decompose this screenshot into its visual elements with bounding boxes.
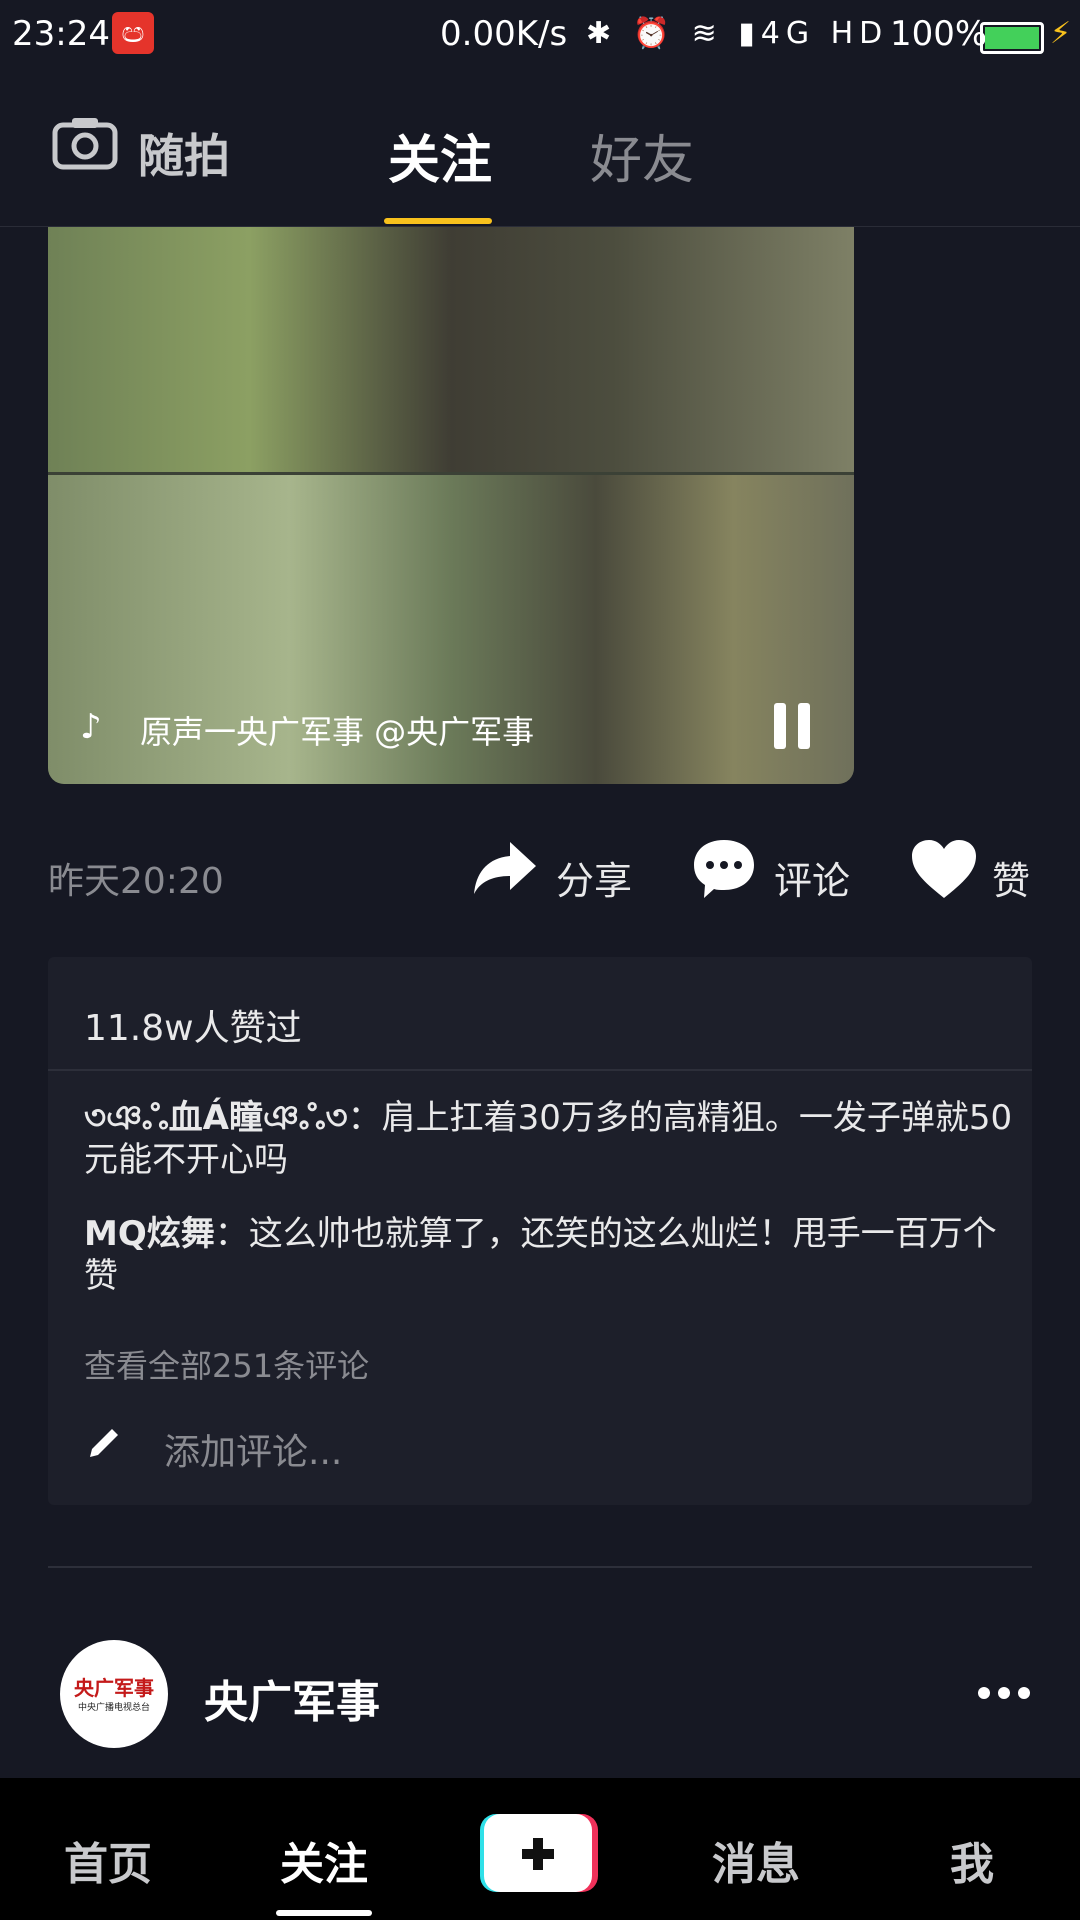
comment-item[interactable]: MQ炫舞：这么帅也就算了，还笑的这么灿烂！甩手一百万个赞 — [84, 1213, 1014, 1297]
camera-icon[interactable] — [52, 115, 118, 171]
bottom-nav: 首页 关注 消息 我 — [0, 1778, 1080, 1920]
share-icon[interactable] — [470, 838, 540, 896]
heart-icon[interactable] — [910, 838, 978, 900]
battery-icon — [980, 22, 1044, 54]
nav-messages[interactable]: 消息 — [712, 1828, 800, 1892]
charging-icon: ⚡ — [1050, 16, 1072, 51]
nav-active-indicator — [276, 1910, 372, 1916]
divider — [48, 1069, 1032, 1071]
tab-follow[interactable]: 关注 — [388, 118, 492, 193]
author-name[interactable]: 央广军事 — [204, 1666, 380, 1730]
netease-music-icon: ඏ — [112, 12, 154, 54]
music-note-icon: ♪ — [80, 707, 102, 747]
nav-home[interactable]: 首页 — [64, 1828, 152, 1892]
nav-follow[interactable]: 关注 — [280, 1828, 368, 1892]
status-time: 23:24 — [12, 14, 110, 54]
comment-panel: 11.8w人赞过 ৩ঞஃ血Á瞳ঞஃ৩：肩上扛着30万多的高精狙。一发子弹就50元… — [48, 957, 1032, 1505]
like-button[interactable]: 赞 — [992, 850, 1030, 905]
avatar-logo-text: 央广军事 — [74, 1676, 154, 1700]
create-post-button[interactable] — [478, 1812, 600, 1894]
active-tab-indicator — [384, 218, 492, 224]
comment-username[interactable]: MQ炫舞 — [84, 1214, 215, 1254]
quick-shot-label[interactable]: 随拍 — [138, 120, 230, 186]
avatar[interactable]: 央广军事 中央广播电视总台 — [60, 1640, 168, 1748]
pencil-icon — [90, 1429, 118, 1457]
status-icons: ✱ ⏰ ≋ ▮4G HD — [586, 16, 889, 51]
network-speed: 0.00K/s — [440, 14, 568, 54]
comment-button[interactable]: 评论 — [774, 850, 850, 905]
video-frame-top — [48, 227, 854, 472]
comment-icon[interactable] — [690, 836, 758, 900]
more-options-icon[interactable] — [976, 1682, 1032, 1704]
status-bar: 23:24 ඏ 0.00K/s ✱ ⏰ ≋ ▮4G HD 100% ⚡ — [0, 0, 1080, 76]
comment-username[interactable]: ৩ঞஃ血Á瞳ঞஃ৩ — [84, 1098, 348, 1138]
view-all-comments-link[interactable]: 查看全部251条评论 — [84, 1341, 369, 1387]
pause-icon[interactable] — [770, 701, 814, 751]
comment-item[interactable]: ৩ঞஃ血Á瞳ঞஃ৩：肩上扛着30万多的高精狙。一发子弹就50元能不开心吗 — [84, 1097, 1014, 1181]
likes-summary[interactable]: 11.8w人赞过 — [84, 999, 302, 1051]
post-time: 昨天20:20 — [48, 861, 224, 902]
avatar-logo-subtext: 中央广播电视总台 — [77, 1703, 150, 1713]
comment-text: ：这么帅也就算了，还笑的这么灿烂！甩手一百万个赞 — [84, 1214, 997, 1296]
music-credit[interactable]: 原声一央广军事 @央广军事 — [140, 707, 534, 753]
nav-me[interactable]: 我 — [950, 1828, 994, 1892]
add-comment-input[interactable]: 添加评论... — [164, 1423, 342, 1475]
tab-friends[interactable]: 好友 — [590, 118, 694, 193]
battery-percent: 100% — [890, 14, 988, 54]
share-button[interactable]: 分享 — [556, 850, 632, 905]
video-player[interactable]: ♪ 原声一央广军事 @央广军事 — [48, 227, 854, 784]
post-separator — [48, 1566, 1032, 1568]
